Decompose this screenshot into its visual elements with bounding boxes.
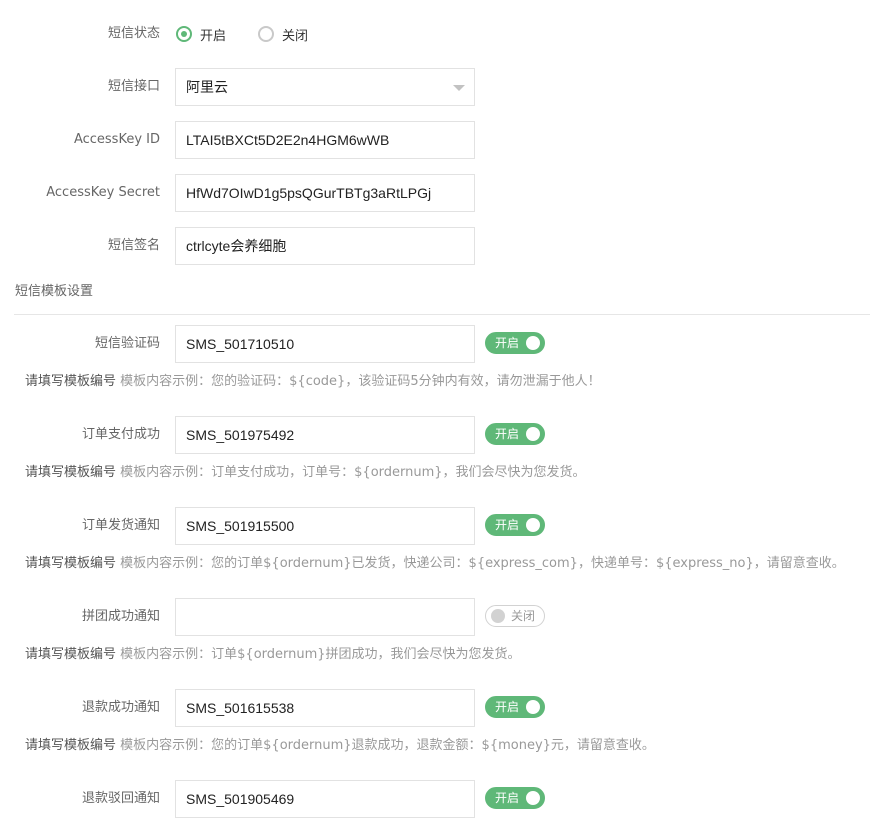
sms-provider-label: 短信接口 [107,79,160,94]
template-code-value: SMS_501905469 [186,791,295,807]
template-toggle[interactable]: 开启 [485,787,545,809]
template-hint: 请填写模板编号 模板内容示例：订单支付成功，订单号：${ordernum}，我们… [25,463,586,483]
template-hint: 请填写模板编号 模板内容示例：您的订单${ordernum}退款成功，退款金额：… [25,736,655,756]
template-label: 退款成功通知 [81,700,160,715]
hint-prefix: 请填写模板编号 [25,738,117,753]
template-row-refund-rejected: 退款驳回通知 SMS_501905469 开启 [0,780,884,818]
hint-prefix: 请填写模板编号 [25,647,117,662]
sms-signature-label: 短信签名 [107,238,160,253]
dropdown-arrow-icon [453,85,465,91]
sms-signature-value: ctrlcyte会养细胞 [186,238,287,254]
hint-prefix: 请填写模板编号 [25,465,117,480]
toggle-knob [526,700,540,714]
template-toggle[interactable]: 开启 [485,423,545,445]
template-toggle[interactable]: 开启 [485,514,545,536]
template-label: 订单支付成功 [81,427,160,442]
access-key-secret-row: AccessKey Secret HfWd7OIwD1g5psQGurTBTg3… [0,174,884,212]
template-label: 订单发货通知 [81,518,160,533]
template-toggle[interactable]: 开启 [485,332,545,354]
section-divider [14,314,870,315]
template-hint: 请填写模板编号 模板内容示例：您的订单${ordernum}已发货，快递公司：$… [25,554,845,574]
template-code-input[interactable]: SMS_501905469 [175,780,475,818]
toggle-knob [526,336,540,350]
template-label: 拼团成功通知 [81,609,160,624]
hint-prefix: 请填写模板编号 [25,374,117,389]
sms-provider-row: 短信接口 阿里云 [0,68,884,106]
radio-checked-icon [176,26,192,42]
template-row-refund-success: 退款成功通知 SMS_501615538 开启 [0,689,884,727]
sms-status-on-radio[interactable]: 开启 [176,15,226,53]
template-toggle[interactable]: 开启 [485,696,545,718]
toggle-label: 开启 [495,700,520,714]
toggle-label: 关闭 [511,609,536,623]
toggle-knob [491,609,505,623]
access-key-secret-input[interactable]: HfWd7OIwD1g5psQGurTBTg3aRtLPGj [175,174,475,212]
template-code-input[interactable]: SMS_501975492 [175,416,475,454]
hint-prefix: 请填写模板编号 [25,556,117,571]
hint-example: 模板内容示例：您的验证码：${code}，该验证码5分钟内有效，请勿泄漏于他人！ [120,374,601,389]
template-row-group-buy-success: 拼团成功通知 关闭 [0,598,884,636]
template-code-value: SMS_501975492 [186,427,295,443]
sms-provider-value: 阿里云 [186,79,228,95]
hint-example: 模板内容示例：您的订单${ordernum}退款成功，退款金额：${money}… [120,738,655,753]
hint-example: 模板内容示例：订单${ordernum}拼团成功，我们会尽快为您发货。 [120,647,521,662]
hint-example: 模板内容示例：您的订单${ordernum}已发货，快递公司：${express… [120,556,845,571]
toggle-label: 开启 [495,336,520,350]
radio-on-label: 开启 [200,28,227,44]
sms-signature-row: 短信签名 ctrlcyte会养细胞 [0,227,884,265]
hint-example: 模板内容示例：订单支付成功，订单号：${ordernum}，我们会尽快为您发货。 [120,465,586,480]
template-row-order-shipped: 订单发货通知 SMS_501915500 开启 [0,507,884,545]
sms-signature-input[interactable]: ctrlcyte会养细胞 [175,227,475,265]
access-key-id-label: AccessKey ID [73,132,160,147]
radio-off-label: 关闭 [282,28,309,44]
template-code-value: SMS_501915500 [186,518,295,534]
access-key-secret-value: HfWd7OIwD1g5psQGurTBTg3aRtLPGj [186,185,432,201]
template-section-title: 短信模板设置 [15,284,94,299]
toggle-label: 开启 [495,427,520,441]
template-hint: 请填写模板编号 模板内容示例：订单${ordernum}拼团成功，我们会尽快为您… [25,645,521,665]
access-key-secret-label: AccessKey Secret [46,185,160,200]
sms-status-row: 短信状态 开启 关闭 [0,15,884,53]
template-code-input[interactable]: SMS_501915500 [175,507,475,545]
template-code-input[interactable] [175,598,475,636]
toggle-label: 开启 [495,791,520,805]
template-code-input[interactable]: SMS_501615538 [175,689,475,727]
template-toggle[interactable]: 关闭 [485,605,545,627]
toggle-knob [526,791,540,805]
template-label: 短信验证码 [94,336,160,351]
access-key-id-row: AccessKey ID LTAI5tBXCt5D2E2n4HGM6wWB [0,121,884,159]
sms-status-off-radio[interactable]: 关闭 [258,15,308,53]
access-key-id-input[interactable]: LTAI5tBXCt5D2E2n4HGM6wWB [175,121,475,159]
sms-provider-select[interactable]: 阿里云 [175,68,475,106]
template-label: 退款驳回通知 [81,791,160,806]
sms-status-label: 短信状态 [107,26,160,41]
template-code-value: SMS_501710510 [186,336,295,352]
template-code-input[interactable]: SMS_501710510 [175,325,475,363]
template-row-order-paid: 订单支付成功 SMS_501975492 开启 [0,416,884,454]
template-code-value: SMS_501615538 [186,700,295,716]
toggle-knob [526,518,540,532]
access-key-id-value: LTAI5tBXCt5D2E2n4HGM6wWB [186,132,390,148]
toggle-knob [526,427,540,441]
radio-unchecked-icon [258,26,274,42]
toggle-label: 开启 [495,518,520,532]
template-hint: 请填写模板编号 模板内容示例：您的验证码：${code}，该验证码5分钟内有效，… [25,372,601,392]
template-row-verification-code: 短信验证码 SMS_501710510 开启 [0,325,884,363]
